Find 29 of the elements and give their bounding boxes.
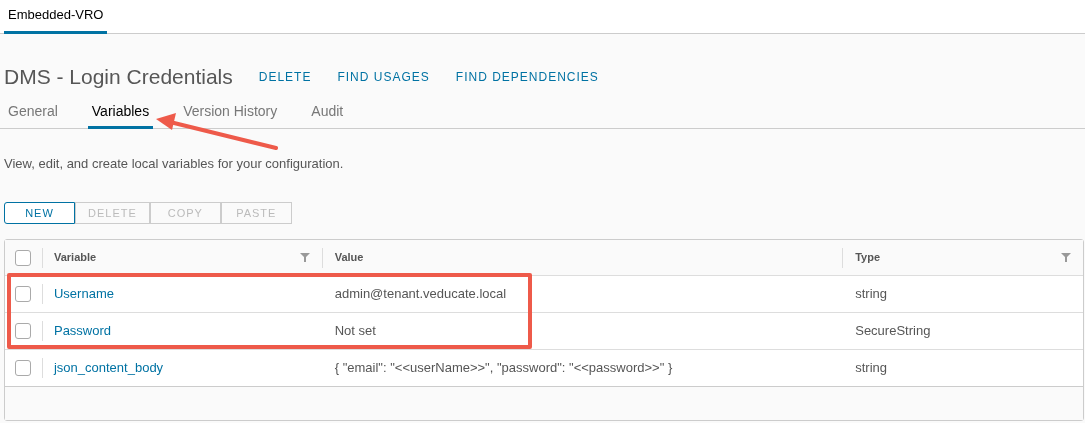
tab[interactable]: Variables [87,100,154,129]
checkbox[interactable] [15,323,32,339]
description-text: View, edit, and create local variables for your configuration. [4,155,344,171]
action-link[interactable]: FIND DEPENDENCIES [455,67,599,86]
table-cell: Not set [334,323,376,339]
tab[interactable]: Version History [179,100,282,129]
table-cell: string [855,286,887,302]
variable-link[interactable]: Username [53,286,114,302]
table-cell: { "email": "<<userName>>", "password": "<<password>>" } [334,360,673,376]
column-header: Variable [53,250,97,266]
table-cell: string [855,360,887,376]
tab[interactable]: General [4,100,62,129]
checkbox[interactable] [15,286,32,302]
checkbox[interactable] [15,249,32,266]
page-title: DMS - Login Credentials [4,64,233,90]
checkbox[interactable] [15,360,32,376]
action-link[interactable]: DELETE [258,67,312,86]
table-cell: admin@tenant.veducate.local [334,286,507,302]
tab[interactable]: Audit [307,100,348,129]
tab[interactable]: Embedded-VRO [4,4,108,34]
variable-link[interactable]: Password [53,323,112,339]
toolbar-button[interactable]: NEW [4,202,75,224]
table-cell: SecureString [855,323,931,339]
filter-icon[interactable] [299,253,310,262]
variable-link[interactable]: json_content_body [53,360,164,376]
column-header: Value [334,250,364,266]
action-link[interactable]: FIND USAGES [337,67,430,86]
filter-icon[interactable] [1061,253,1071,262]
column-header: Type [855,250,881,266]
